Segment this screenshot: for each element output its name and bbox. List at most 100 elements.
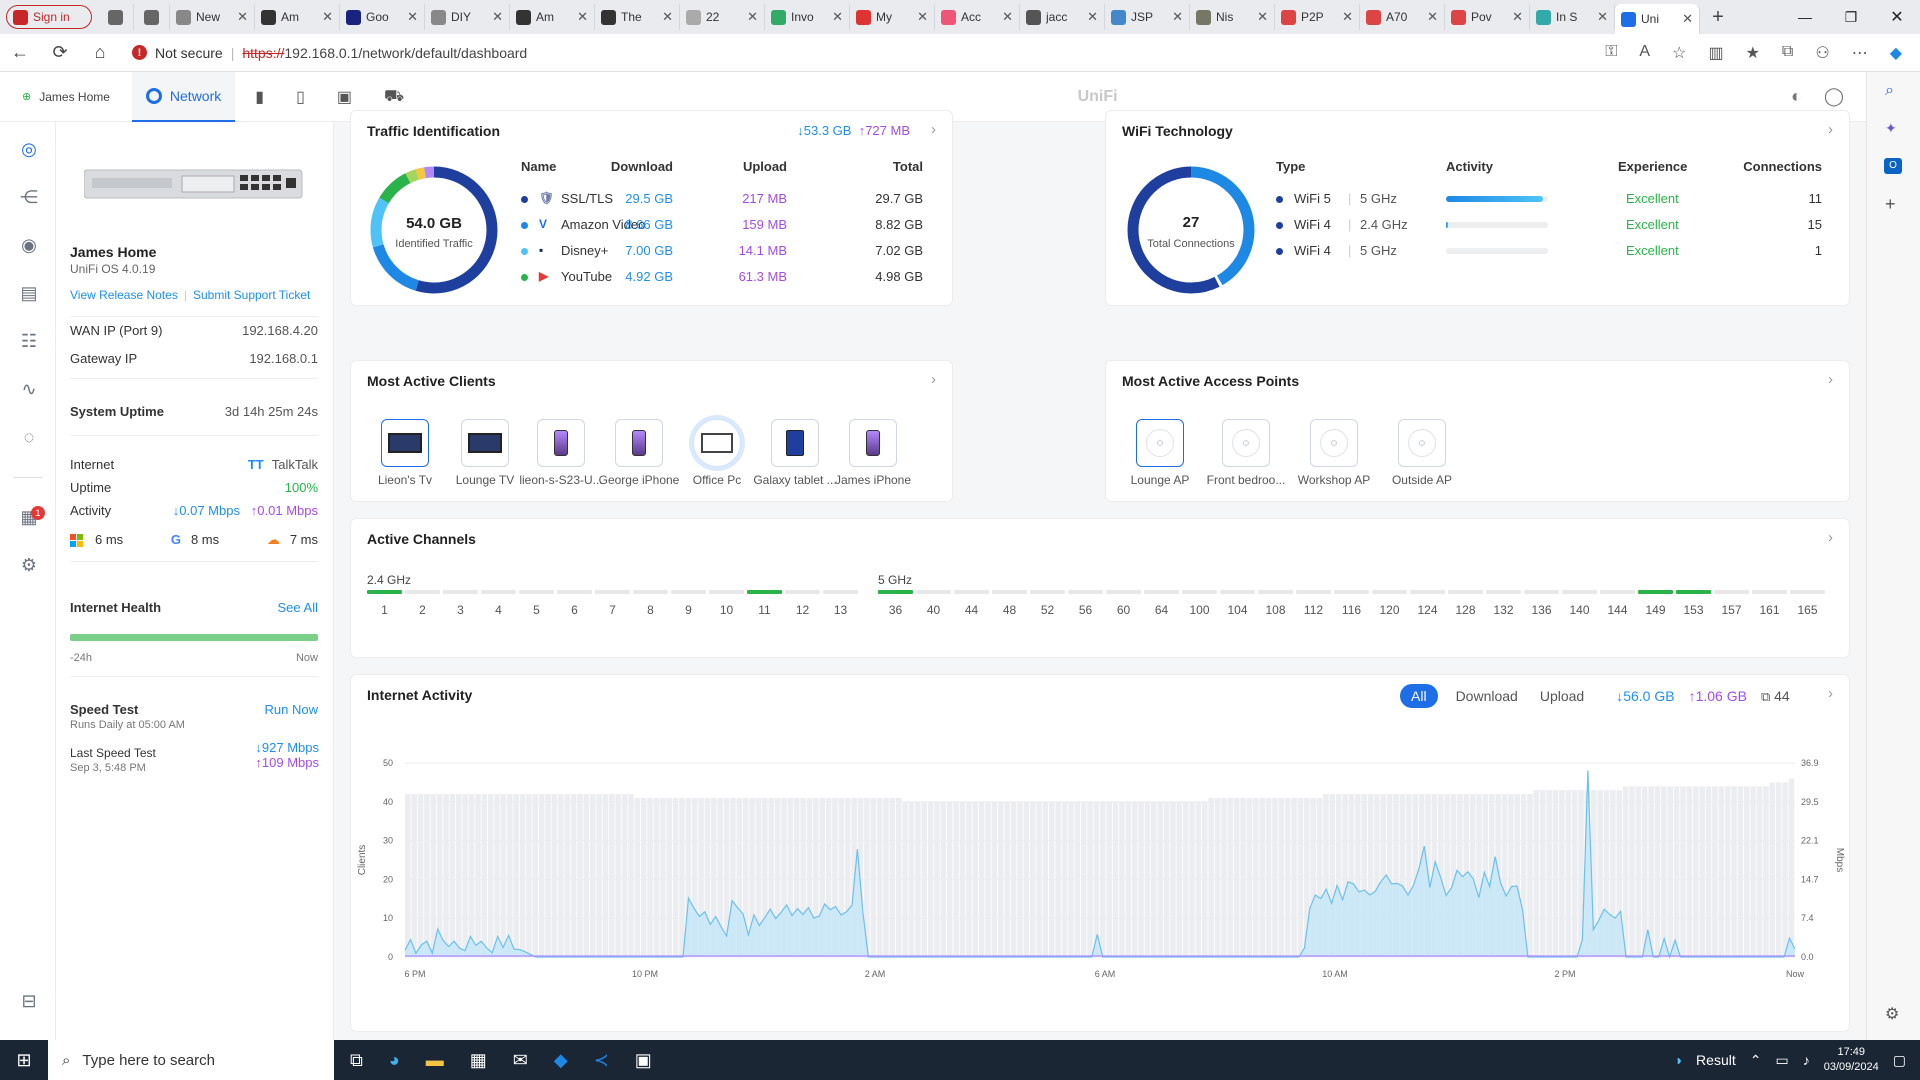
close-tab-icon[interactable]: ✕ bbox=[1002, 9, 1013, 25]
browser-tab[interactable]: JSP ✕ bbox=[1105, 4, 1190, 30]
browser-tab[interactable]: P2P ✕ bbox=[1275, 4, 1360, 30]
browser-tab[interactable]: A70 ✕ bbox=[1360, 4, 1445, 30]
support-ticket-link[interactable]: Submit Support Ticket bbox=[193, 288, 310, 302]
search-icon[interactable]: ⌕ bbox=[1885, 82, 1894, 100]
client-name[interactable]: James iPhone bbox=[828, 473, 918, 487]
ap-name[interactable]: Front bedroo... bbox=[1201, 473, 1291, 487]
dashboard-icon[interactable]: ◎ bbox=[18, 138, 40, 160]
chevron-right-icon[interactable]: › bbox=[1828, 121, 1833, 138]
traffic-row[interactable]: ▶ YouTube 4.92 GB 61.3 MB 4.98 GB bbox=[521, 269, 937, 289]
add-sidebar-icon[interactable]: + bbox=[1885, 194, 1896, 215]
theme-toggle-icon[interactable]: ◐ bbox=[1791, 86, 1802, 107]
insights-icon[interactable]: ∿ bbox=[18, 378, 40, 400]
close-tab-icon[interactable]: ✕ bbox=[1172, 9, 1183, 25]
browser-tab[interactable]: The ✕ bbox=[595, 4, 680, 30]
close-tab-icon[interactable]: ✕ bbox=[1597, 9, 1608, 25]
outlook-icon[interactable]: O bbox=[1884, 158, 1902, 174]
collapse-sidebar-icon[interactable]: ⊟ bbox=[18, 990, 40, 1012]
browser-tab[interactable]: Invo ✕ bbox=[765, 4, 850, 30]
browser-tab[interactable]: In S ✕ bbox=[1530, 4, 1615, 30]
browser-tab[interactable]: Uni ✕ bbox=[1615, 4, 1700, 34]
active-channels-card[interactable]: Active Channels › 2.4 GHz 5 GHz 12345678… bbox=[350, 518, 1850, 658]
home-icon[interactable]: ⌂ bbox=[80, 42, 120, 63]
browser-tab[interactable]: DIY ✕ bbox=[425, 4, 510, 30]
settings-icon[interactable]: ⚙ bbox=[1885, 1004, 1899, 1024]
see-all-link[interactable]: See All bbox=[278, 600, 318, 615]
read-aloud-icon[interactable]: A bbox=[1639, 43, 1650, 63]
chevron-right-icon[interactable]: › bbox=[1828, 529, 1833, 546]
traffic-identification-card[interactable]: Traffic Identification ↓53.3 GB ↑727 MB … bbox=[350, 110, 953, 306]
close-window-button[interactable]: ✕ bbox=[1874, 7, 1920, 27]
release-notes-link[interactable]: View Release Notes bbox=[70, 288, 178, 302]
close-tab-icon[interactable]: ✕ bbox=[492, 9, 503, 25]
browser-tab[interactable] bbox=[134, 4, 170, 30]
browser-tab[interactable]: Am ✕ bbox=[510, 4, 595, 30]
client-name[interactable]: Office Pc bbox=[672, 473, 762, 487]
filter-all[interactable]: All bbox=[1400, 684, 1438, 708]
close-tab-icon[interactable]: ✕ bbox=[237, 9, 248, 25]
ports-icon[interactable]: ▤ bbox=[18, 282, 40, 304]
close-tab-icon[interactable]: ✕ bbox=[1682, 11, 1693, 27]
task-view-icon[interactable]: ⧉ bbox=[350, 1050, 363, 1071]
close-tab-icon[interactable]: ✕ bbox=[747, 9, 758, 25]
volume-icon[interactable]: ♪ bbox=[1803, 1052, 1810, 1068]
chevron-right-icon[interactable]: › bbox=[1828, 371, 1833, 388]
client-device-tablet-icon[interactable] bbox=[771, 419, 819, 467]
ap-name[interactable]: Workshop AP bbox=[1289, 473, 1379, 487]
key-icon[interactable]: ⚿ bbox=[1605, 43, 1617, 63]
copilot-icon[interactable]: ◆ bbox=[1890, 43, 1902, 63]
run-now-button[interactable]: Run Now bbox=[265, 702, 318, 717]
access-point-icon[interactable] bbox=[1398, 419, 1446, 467]
file-explorer-icon[interactable]: ▬ bbox=[426, 1050, 444, 1071]
close-tab-icon[interactable]: ✕ bbox=[662, 9, 673, 25]
browser-tab[interactable]: New ✕ bbox=[170, 4, 255, 30]
split-screen-icon[interactable]: ▥ bbox=[1708, 43, 1723, 63]
more-icon[interactable]: ⋯ bbox=[1852, 43, 1868, 63]
close-tab-icon[interactable]: ✕ bbox=[1342, 9, 1353, 25]
unifi-devices-icon[interactable]: ◉ bbox=[18, 234, 40, 256]
avatar[interactable]: ◯ bbox=[1824, 86, 1844, 107]
access-app-icon[interactable]: ▯ bbox=[296, 87, 305, 107]
chevron-right-icon[interactable]: › bbox=[931, 121, 936, 138]
close-tab-icon[interactable]: ✕ bbox=[832, 9, 843, 25]
internet-activity-card[interactable]: Internet Activity All Download Upload ↓5… bbox=[350, 674, 1850, 1032]
talk-app-icon[interactable]: ▣ bbox=[337, 87, 352, 107]
site-selector[interactable]: ⊕ James Home bbox=[0, 72, 132, 122]
url-field[interactable]: ! Not secure | https://192.168.0.1/netwo… bbox=[132, 45, 527, 61]
traffic-row[interactable]: V Amazon Video 8.66 GB 159 MB 8.82 GB bbox=[521, 217, 937, 237]
tray-chevron-icon[interactable]: ⌃ bbox=[1750, 1052, 1762, 1069]
settings-gear-icon[interactable]: ⚙ bbox=[18, 554, 40, 576]
client-device-phone-icon[interactable] bbox=[615, 419, 663, 467]
chevron-right-icon[interactable]: › bbox=[931, 371, 936, 388]
clients-icon[interactable]: ☷ bbox=[18, 330, 40, 352]
browser-tab[interactable]: Am ✕ bbox=[255, 4, 340, 30]
store-icon[interactable]: ▦ bbox=[470, 1050, 487, 1071]
notifications-icon[interactable]: ▢ bbox=[1893, 1052, 1906, 1069]
client-device-tv-icon[interactable] bbox=[381, 419, 429, 467]
client-name[interactable]: Galaxy tablet ... bbox=[750, 473, 840, 487]
wifi-row[interactable]: WiFi 4 | 2.4 GHz Excellent 15 bbox=[1276, 217, 1836, 237]
close-tab-icon[interactable]: ✕ bbox=[407, 9, 418, 25]
close-tab-icon[interactable]: ✕ bbox=[1087, 9, 1098, 25]
access-point-icon[interactable] bbox=[1136, 419, 1184, 467]
favorites-icon[interactable]: ★ bbox=[1746, 43, 1760, 63]
favorite-star-icon[interactable]: ☆ bbox=[1672, 43, 1686, 63]
client-name[interactable]: Lieon's Tv bbox=[360, 473, 450, 487]
wifi-row[interactable]: WiFi 5 | 5 GHz Excellent 11 bbox=[1276, 191, 1836, 211]
topology-icon[interactable]: ⋲ bbox=[18, 186, 40, 208]
protect-app-icon[interactable]: ▮ bbox=[255, 87, 264, 107]
browser-tab[interactable]: Pov ✕ bbox=[1445, 4, 1530, 30]
network-tray-icon[interactable]: ▭ bbox=[1775, 1052, 1788, 1069]
close-tab-icon[interactable]: ✕ bbox=[1257, 9, 1268, 25]
filter-download[interactable]: Download bbox=[1452, 684, 1522, 708]
windows-start-icon[interactable]: ⊞ bbox=[0, 1050, 48, 1071]
ap-name[interactable]: Lounge AP bbox=[1115, 473, 1205, 487]
client-device-phone-icon[interactable] bbox=[537, 419, 585, 467]
close-tab-icon[interactable]: ✕ bbox=[577, 9, 588, 25]
radios-icon[interactable]: ◌ bbox=[18, 426, 40, 448]
mail-icon[interactable]: ✉ bbox=[513, 1050, 528, 1071]
filter-upload[interactable]: Upload bbox=[1536, 684, 1588, 708]
collections-icon[interactable]: ⧉ bbox=[1782, 43, 1793, 63]
wifi-technology-card[interactable]: WiFi Technology › 27 Total Connections T… bbox=[1105, 110, 1850, 306]
access-point-icon[interactable] bbox=[1222, 419, 1270, 467]
